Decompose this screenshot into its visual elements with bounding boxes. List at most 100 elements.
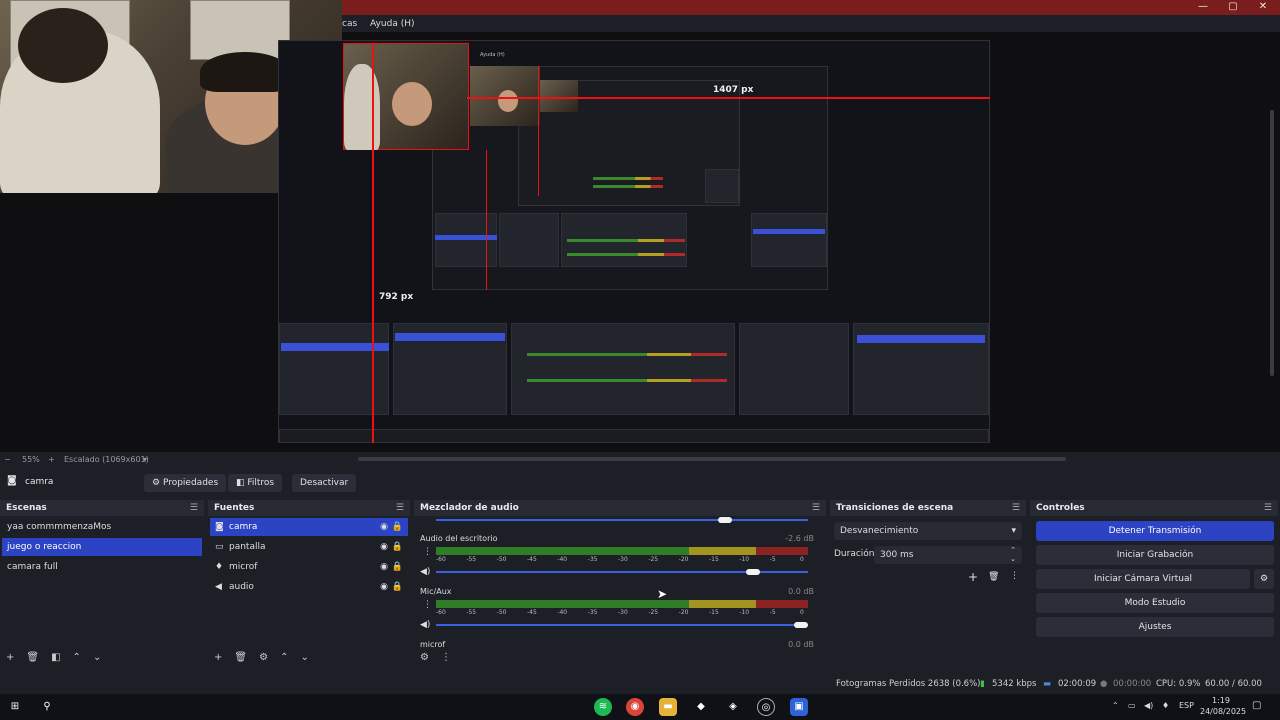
add-icon[interactable]: + — [968, 570, 978, 584]
transition-select[interactable]: Desvanecimiento ▾ — [834, 522, 1022, 540]
notifications-icon[interactable]: ▢ — [1252, 700, 1261, 711]
menu-dots-icon[interactable]: ⋮ — [1010, 571, 1019, 581]
virtual-camera-settings-button[interactable]: ⚙ — [1254, 569, 1274, 589]
scale-dropdown-icon[interactable]: ▾ — [143, 452, 147, 468]
file-explorer-icon[interactable]: ▬ — [659, 698, 677, 716]
clock-time[interactable]: 1:19 — [1212, 696, 1230, 705]
chevron-down-icon: ▾ — [1011, 526, 1016, 536]
mixer-toolbar: ⚙ ⋮ — [420, 652, 463, 666]
scale-tick-label: -30 — [618, 556, 628, 563]
source-item[interactable]: ▭ pantalla ◉ 🔒 — [210, 538, 408, 556]
clock-date[interactable]: 24/08/2025 — [1200, 707, 1246, 716]
bitrate: 5342 kbps — [992, 679, 1037, 689]
windows-start-icon[interactable]: ⊞ — [6, 698, 24, 716]
app-icon[interactable]: ◆ — [692, 698, 710, 716]
chevron-up-icon[interactable]: ⌃ — [280, 652, 288, 663]
lock-icon[interactable]: 🔒 — [392, 518, 403, 536]
minimize-button[interactable]: — — [1188, 0, 1218, 15]
filter-icon[interactable]: ◧ — [51, 652, 60, 663]
channel-menu-icon[interactable]: ⋮ — [423, 547, 432, 557]
start-virtual-camera-button[interactable]: Iniciar Cámara Virtual — [1036, 569, 1250, 589]
volume-knob[interactable] — [745, 569, 760, 575]
network-icon[interactable]: ▭ — [1128, 701, 1136, 710]
studio-mode-button[interactable]: Modo Estudio — [1036, 593, 1274, 613]
source-item[interactable]: ♦ microf ◉ 🔒 — [210, 558, 408, 576]
close-button[interactable]: ✕ — [1248, 0, 1278, 15]
lock-icon[interactable]: 🔒 — [392, 558, 403, 576]
stop-stream-button[interactable]: Detener Transmisión — [1036, 521, 1274, 541]
obs-icon[interactable]: ◎ — [757, 698, 775, 716]
dock-menu-icon[interactable]: ☰ — [190, 500, 198, 516]
app-icon-3[interactable]: ▣ — [790, 698, 808, 716]
sources-title: Fuentes — [214, 503, 255, 513]
microphone-icon[interactable]: ♦ — [1162, 701, 1169, 710]
dock-menu-icon[interactable]: ☰ — [1264, 500, 1272, 516]
duration-input[interactable]: 300 ms ⌃ ⌄ — [874, 546, 1022, 564]
trash-icon[interactable]: 🗑 — [234, 652, 247, 663]
zoom-out-icon[interactable]: − — [4, 452, 11, 468]
search-icon[interactable]: ⚲ — [38, 698, 56, 716]
tray-chevron-icon[interactable]: ⌃ — [1112, 701, 1119, 710]
lock-icon[interactable]: 🔒 — [392, 578, 403, 596]
channel-menu-icon[interactable]: ⋮ — [423, 600, 432, 610]
preview-vertical-scrollbar[interactable] — [1270, 110, 1274, 376]
speaker-icon[interactable]: ◀) — [420, 567, 430, 577]
eye-icon[interactable]: ◉ — [380, 578, 388, 596]
dock-menu-icon[interactable]: ☰ — [396, 500, 404, 516]
sources-toolbar: + 🗑 ⚙ ⌃ ⌄ — [214, 652, 321, 666]
deactivate-button[interactable]: Desactivar — [292, 474, 357, 492]
gear-icon[interactable]: ⚙ — [420, 652, 429, 663]
properties-button[interactable]: ⚙ Propiedades — [144, 474, 227, 492]
signal-icon: ▮ — [980, 679, 985, 689]
volume-knob[interactable] — [718, 517, 732, 523]
volume-knob[interactable] — [794, 622, 808, 628]
settings-button[interactable]: Ajustes — [1036, 617, 1274, 637]
scale-tick-label: -15 — [709, 556, 719, 563]
trash-icon[interactable]: 🗑 — [988, 572, 999, 582]
eye-icon[interactable]: ◉ — [380, 538, 388, 556]
stepper-icon[interactable]: ⌃ ⌄ — [1010, 546, 1016, 564]
volume-slider-top[interactable] — [436, 519, 808, 521]
camera-icon: ◙ — [215, 522, 224, 532]
scene-item[interactable]: yaa commmmenzaMos — [2, 518, 202, 536]
zoom-bar: − 55% + Escalado (1069x601) ▾ — [0, 452, 1280, 470]
scene-item-selected[interactable]: juego o reaccion — [2, 538, 202, 556]
app-icon-2[interactable]: ◈ — [724, 698, 742, 716]
dock-menu-icon[interactable]: ☰ — [1012, 500, 1020, 516]
start-recording-button[interactable]: Iniciar Grabación — [1036, 545, 1274, 565]
scale-tick-label: -5 — [769, 556, 776, 563]
add-icon[interactable]: + — [6, 652, 14, 663]
volume-icon[interactable]: ◀) — [1144, 701, 1153, 710]
dock-menu-icon[interactable]: ☰ — [812, 500, 820, 516]
menu-item-help[interactable]: Ayuda (H) — [370, 19, 414, 29]
audio-meter — [436, 600, 808, 608]
scene-item[interactable]: camara full — [2, 558, 202, 576]
language[interactable]: ESP — [1179, 701, 1194, 710]
context-source-name: camra — [25, 477, 54, 487]
gear-icon[interactable]: ⚙ — [259, 652, 268, 663]
speaker-icon[interactable]: ◀) — [420, 620, 430, 630]
transitions-dock: Transiciones de escena ☰ Desvanecimiento ▾… — [830, 500, 1026, 670]
trash-icon[interactable]: 🗑 — [26, 652, 39, 663]
chevron-down-icon[interactable]: ⌄ — [300, 652, 308, 663]
spotify-icon[interactable]: ≋ — [594, 698, 612, 716]
menu-dots-icon[interactable]: ⋮ — [441, 652, 451, 663]
filters-button[interactable]: ◧ Filtros — [228, 474, 283, 492]
zoom-in-icon[interactable]: + — [48, 452, 55, 468]
nested-menu-help: Ayuda (H) — [480, 52, 505, 58]
scale-tick-label: -45 — [527, 556, 537, 563]
scale-tick-label: -5 — [769, 609, 776, 616]
add-icon[interactable]: + — [214, 652, 222, 663]
volume-slider[interactable] — [436, 624, 808, 626]
eye-icon[interactable]: ◉ — [380, 558, 388, 576]
chrome-icon[interactable]: ◉ — [626, 698, 644, 716]
source-item-selected[interactable]: ◙ camra ◉ 🔒 — [210, 518, 408, 536]
menu-item-partial[interactable]: cas — [342, 19, 357, 29]
source-item[interactable]: ◀ audio ◉ 🔒 — [210, 578, 408, 596]
maximize-button[interactable]: ▢ — [1218, 0, 1248, 15]
chevron-down-icon[interactable]: ⌄ — [93, 652, 101, 663]
eye-icon[interactable]: ◉ — [380, 518, 388, 536]
chevron-up-icon[interactable]: ⌃ — [73, 652, 81, 663]
lock-icon[interactable]: 🔒 — [392, 538, 403, 556]
scale-tick-label: -40 — [557, 556, 568, 563]
